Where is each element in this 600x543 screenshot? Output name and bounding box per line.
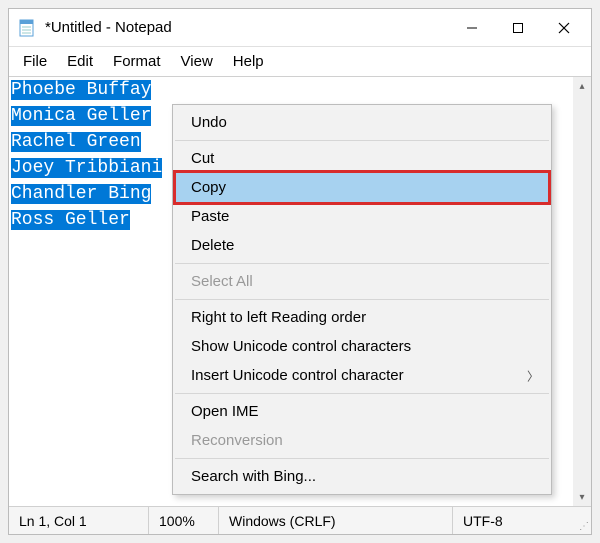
ctx-paste[interactable]: Paste bbox=[173, 202, 551, 231]
ctx-insert-unicode[interactable]: Insert Unicode control character 〉 bbox=[173, 361, 551, 390]
selected-text: Monica Geller bbox=[11, 106, 151, 126]
selected-text: Rachel Green bbox=[11, 132, 141, 152]
ctx-reconversion[interactable]: Reconversion bbox=[173, 426, 551, 455]
menu-view[interactable]: View bbox=[171, 50, 223, 73]
menu-format[interactable]: Format bbox=[103, 50, 171, 73]
selected-text: Chandler Bing bbox=[11, 184, 151, 204]
ctx-separator bbox=[175, 140, 549, 141]
ctx-select-all[interactable]: Select All bbox=[173, 267, 551, 296]
context-menu: Undo Cut Copy Paste Delete Select All Ri… bbox=[172, 104, 552, 495]
ctx-separator bbox=[175, 263, 549, 264]
ctx-separator bbox=[175, 393, 549, 394]
ctx-show-unicode[interactable]: Show Unicode control characters bbox=[173, 332, 551, 361]
selected-text: Phoebe Buffay bbox=[11, 80, 151, 100]
window-controls bbox=[449, 9, 587, 47]
status-encoding: UTF-8 bbox=[453, 507, 573, 534]
selected-text: Ross Geller bbox=[11, 210, 130, 230]
notepad-icon bbox=[17, 18, 37, 38]
ctx-open-ime[interactable]: Open IME bbox=[173, 397, 551, 426]
status-position: Ln 1, Col 1 bbox=[9, 507, 149, 534]
selected-text: Joey Tribbiani bbox=[11, 158, 162, 178]
ctx-search-bing[interactable]: Search with Bing... bbox=[173, 462, 551, 491]
resize-grip-icon[interactable]: ⋰ bbox=[573, 507, 591, 534]
chevron-right-icon: 〉 bbox=[527, 367, 539, 384]
ctx-copy[interactable]: Copy bbox=[173, 170, 551, 205]
ctx-rtl[interactable]: Right to left Reading order bbox=[173, 303, 551, 332]
menu-edit[interactable]: Edit bbox=[57, 50, 103, 73]
minimize-button[interactable] bbox=[449, 9, 495, 47]
window-title: *Untitled - Notepad bbox=[45, 19, 172, 36]
maximize-button[interactable] bbox=[495, 9, 541, 47]
menu-file[interactable]: File bbox=[13, 50, 57, 73]
menu-bar: File Edit Format View Help bbox=[9, 47, 591, 77]
status-bar: Ln 1, Col 1 100% Windows (CRLF) UTF-8 ⋰ bbox=[9, 506, 591, 534]
status-line-ending: Windows (CRLF) bbox=[219, 507, 453, 534]
ctx-separator bbox=[175, 299, 549, 300]
ctx-undo[interactable]: Undo bbox=[173, 108, 551, 137]
notepad-window: *Untitled - Notepad File Edit Format Vie… bbox=[8, 8, 592, 535]
scroll-up-icon[interactable]: ▴ bbox=[573, 77, 591, 95]
title-bar: *Untitled - Notepad bbox=[9, 9, 591, 47]
ctx-delete[interactable]: Delete bbox=[173, 231, 551, 260]
menu-help[interactable]: Help bbox=[223, 50, 274, 73]
vertical-scrollbar[interactable]: ▴ ▾ bbox=[573, 77, 591, 506]
ctx-cut[interactable]: Cut bbox=[173, 144, 551, 173]
scroll-down-icon[interactable]: ▾ bbox=[573, 488, 591, 506]
status-zoom: 100% bbox=[149, 507, 219, 534]
ctx-separator bbox=[175, 458, 549, 459]
close-button[interactable] bbox=[541, 9, 587, 47]
ctx-insert-unicode-label: Insert Unicode control character bbox=[191, 367, 404, 384]
